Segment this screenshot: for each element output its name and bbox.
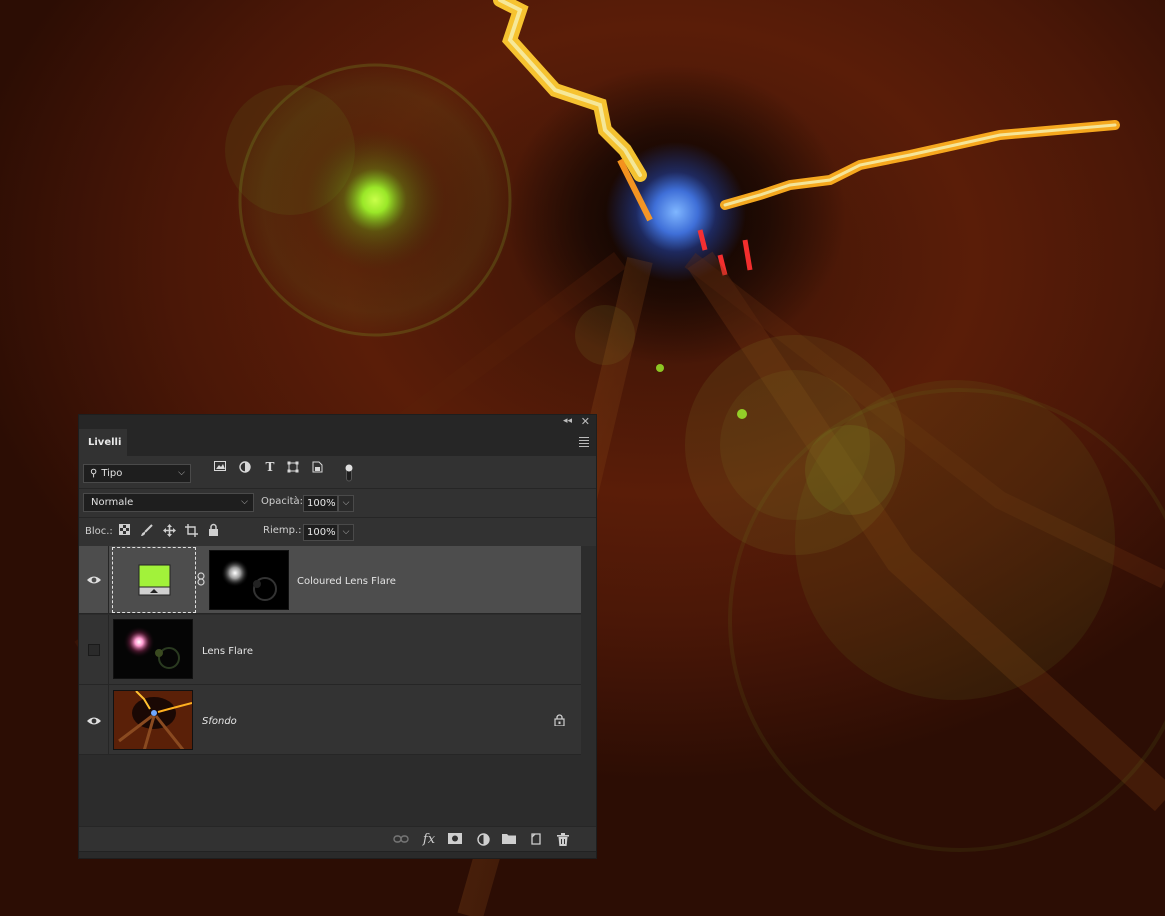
opacity-label: Opacità: xyxy=(261,496,304,507)
collapse-panel-icon[interactable]: ◂◂ xyxy=(563,416,572,426)
opacity-dropdown-button[interactable]: ⌵ xyxy=(338,495,354,512)
panel-menu-icon[interactable] xyxy=(579,437,589,449)
panel-tabbar: Livelli xyxy=(79,429,596,456)
filter-toggle-switch[interactable] xyxy=(345,464,353,482)
filter-adjustment-icon[interactable] xyxy=(237,461,253,473)
link-layers-icon[interactable] xyxy=(393,833,409,847)
fill-label: Riemp.: xyxy=(263,525,302,536)
layers-scrollbar[interactable] xyxy=(581,546,596,826)
filter-kind-select[interactable]: ⚲ Tipo ⌵ xyxy=(83,464,191,483)
filter-pixel-icon[interactable] xyxy=(212,461,228,473)
layer-name[interactable]: Sfondo xyxy=(202,716,237,727)
new-group-folder-icon[interactable] xyxy=(501,833,517,847)
layers-bottom-toolbar: fx xyxy=(79,826,596,854)
delete-layer-trash-icon[interactable] xyxy=(555,833,571,847)
lock-transparent-pixels-icon[interactable] xyxy=(117,524,131,538)
lock-row: Bloc.: Riemp.: 100% ⌵ xyxy=(79,518,596,546)
layer-name[interactable]: Coloured Lens Flare xyxy=(297,576,396,587)
opacity-input[interactable]: 100% xyxy=(303,495,338,512)
filter-kind-label: Tipo xyxy=(101,468,123,479)
tunnel-lights xyxy=(493,0,1120,276)
lock-position-icon[interactable] xyxy=(162,524,176,538)
layer-style-fx-icon[interactable]: fx xyxy=(421,833,437,847)
layer-thumbnail[interactable] xyxy=(113,619,193,679)
layer-row[interactable]: Sfondo xyxy=(79,685,581,755)
filter-type-icon[interactable]: T xyxy=(262,461,278,473)
close-icon[interactable]: ✕ xyxy=(581,415,590,428)
new-adjustment-layer-icon[interactable] xyxy=(475,833,491,847)
layers-panel: ◂◂ ✕ Livelli ⚲ Tipo ⌵ T Normale ⌵ Opacit… xyxy=(78,414,597,859)
blend-row: Normale ⌵ Opacità: 100% ⌵ xyxy=(79,489,596,517)
fill-dropdown-button[interactable]: ⌵ xyxy=(338,524,354,541)
layer-thumbnail[interactable] xyxy=(113,690,193,750)
panel-resize-grip[interactable] xyxy=(79,851,596,858)
layer-name[interactable]: Lens Flare xyxy=(202,646,253,657)
panel-titlebar[interactable]: ◂◂ ✕ xyxy=(79,415,596,429)
lock-artboard-icon[interactable] xyxy=(184,524,198,538)
visibility-eye-icon[interactable] xyxy=(86,574,102,586)
visibility-eye-icon[interactable] xyxy=(86,715,102,727)
tab-layers[interactable]: Livelli xyxy=(79,429,127,456)
filter-row: ⚲ Tipo ⌵ T xyxy=(79,456,596,488)
filter-smart-object-icon[interactable] xyxy=(309,461,325,473)
search-icon: ⚲ xyxy=(90,468,98,479)
layer-row[interactable]: Coloured Lens Flare xyxy=(79,546,581,614)
fill-input[interactable]: 100% xyxy=(303,524,338,541)
chevron-down-icon: ⌵ xyxy=(241,497,248,507)
visibility-toggle-box[interactable] xyxy=(88,644,100,656)
new-layer-icon[interactable] xyxy=(528,833,544,847)
lock-label: Bloc.: xyxy=(85,526,113,537)
layer-lock-icon xyxy=(554,714,566,727)
filter-shape-icon[interactable] xyxy=(285,461,301,473)
lock-all-icon[interactable] xyxy=(206,523,220,537)
fill-layer-thumbnail[interactable] xyxy=(112,547,196,613)
layer-row[interactable]: Lens Flare xyxy=(79,615,581,685)
blend-mode-select[interactable]: Normale ⌵ xyxy=(83,493,254,512)
link-chain-icon[interactable] xyxy=(197,572,205,586)
mask-thumbnail[interactable] xyxy=(209,550,289,610)
add-mask-icon[interactable] xyxy=(447,833,463,847)
lock-image-pixels-icon[interactable] xyxy=(139,524,153,538)
layers-list: Coloured Lens Flare Lens Flare Sfondo xyxy=(79,546,581,826)
chevron-down-icon: ⌵ xyxy=(178,468,185,478)
blend-mode-label: Normale xyxy=(91,497,134,508)
